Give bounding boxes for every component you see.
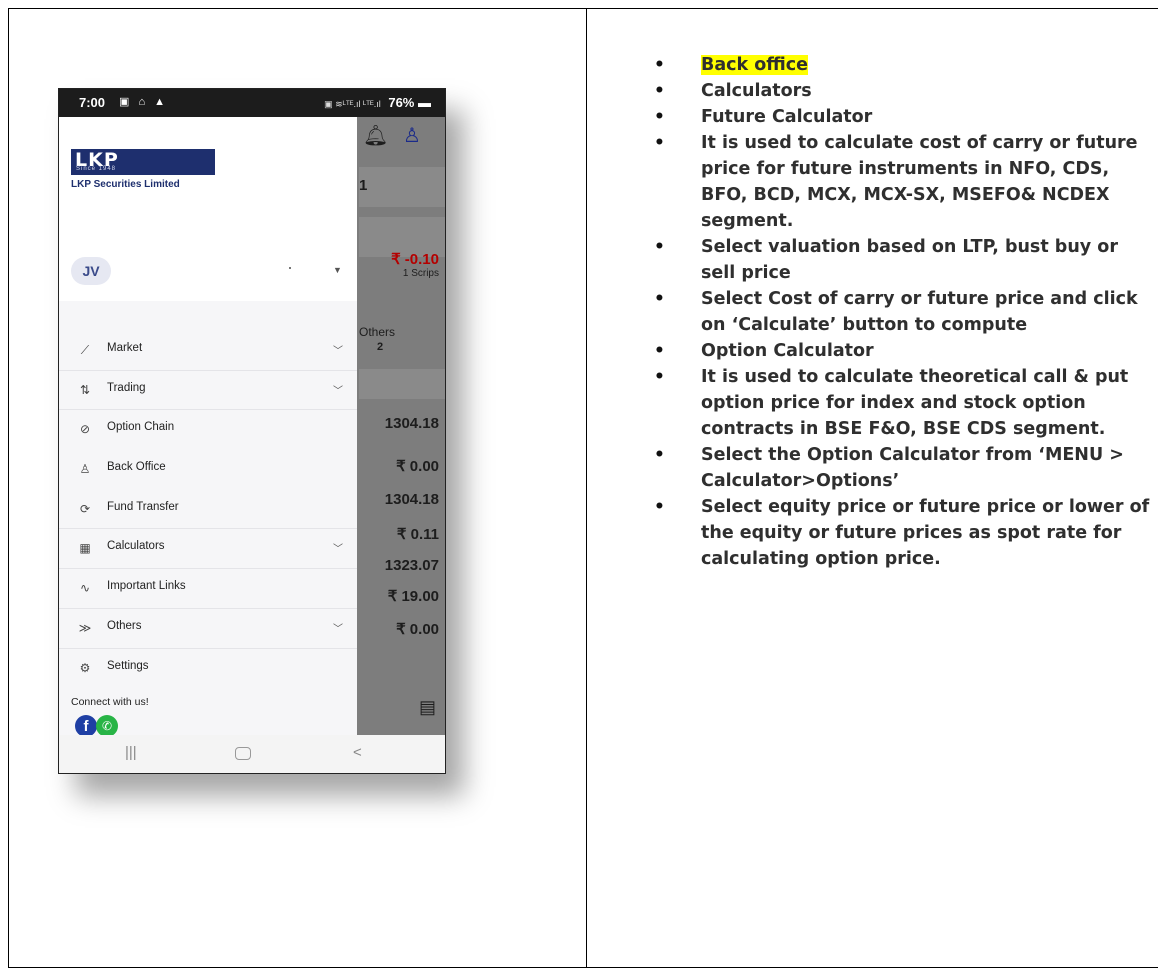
bg-change: ₹ -0.10 bbox=[391, 251, 439, 268]
bg-value: ₹ 0.11 bbox=[396, 526, 439, 543]
menu-item-trading[interactable]: ⇅ Trading ﹀ bbox=[59, 371, 357, 411]
list-item: Back office bbox=[646, 52, 1158, 78]
menu-item-important-links[interactable]: ∿ Important Links bbox=[59, 569, 357, 609]
recent-apps-icon[interactable]: ||| bbox=[125, 744, 137, 761]
back-icon[interactable]: < bbox=[353, 744, 362, 761]
chart-trend-icon: ⟋ bbox=[80, 343, 90, 357]
bg-value: 1323.07 bbox=[384, 557, 439, 574]
bell-icon: 🔔︎ bbox=[363, 125, 389, 147]
bg-others: Others bbox=[359, 325, 396, 339]
logo-since: Since 1948 bbox=[76, 166, 117, 172]
list-item: Select valuation based on LTP, bust buy … bbox=[646, 234, 1158, 286]
status-right: ▣ ≋ᴸᵀᴱ.ıl ᴸᵀᴱ.ıl 76% ▬ bbox=[324, 95, 431, 110]
bg-strip bbox=[359, 369, 445, 399]
menu-item-label: Fund Transfer bbox=[107, 500, 179, 513]
bg-strip bbox=[359, 167, 445, 207]
bg-value: ₹ 19.00 bbox=[387, 588, 439, 605]
menu-item-label: Others bbox=[107, 619, 142, 632]
menu-item-fund-transfer[interactable]: ⟳ Fund Transfer bbox=[59, 490, 357, 530]
company-logo: LKP Since 1948 bbox=[71, 149, 215, 175]
battery-icon: ▬ bbox=[414, 95, 431, 110]
bg-value: 1304.18 bbox=[384, 415, 439, 432]
nav-drawer: LKP Since 1948 LKP Securities Limited JV… bbox=[59, 117, 357, 737]
menu-item-label: Settings bbox=[107, 659, 149, 672]
bg-value: ₹ 0.00 bbox=[396, 621, 439, 638]
profile-icon: ♙ bbox=[403, 125, 421, 147]
header-dot bbox=[289, 267, 291, 269]
bg-others-count: 2 bbox=[377, 341, 384, 353]
bg-count: 1 bbox=[359, 177, 368, 194]
list-item: Option Calculator bbox=[646, 338, 1158, 364]
list-item: It is used to calculate theoretical call… bbox=[646, 364, 1158, 442]
chevron-down-icon: ﹀ bbox=[333, 623, 343, 635]
facebook-icon[interactable]: f bbox=[75, 715, 97, 737]
list-item: Future Calculator bbox=[646, 104, 1158, 130]
connect-label: Connect with us! bbox=[71, 696, 149, 708]
trading-arrows-icon: ⇅ bbox=[79, 382, 91, 397]
menu-item-label: Important Links bbox=[107, 580, 186, 593]
notes-list: Back office Calculators Future Calculato… bbox=[646, 52, 1158, 572]
chevron-down-icon: ﹀ bbox=[333, 544, 343, 556]
transfer-icon: ⟳ bbox=[79, 501, 91, 516]
menu-item-settings[interactable]: ⚙ Settings bbox=[59, 649, 357, 689]
menu-item-others[interactable]: ≫ Others ﹀ bbox=[59, 609, 357, 649]
company-name: LKP Securities Limited bbox=[71, 179, 180, 190]
list-item: Calculators bbox=[646, 78, 1158, 104]
menu-item-back-office[interactable]: ♙ Back Office bbox=[59, 450, 357, 490]
people-icon: ♙ bbox=[79, 462, 91, 477]
menu-item-market[interactable]: ⟋ Market ﹀ bbox=[59, 331, 357, 371]
bg-scrips: 1 Scrips bbox=[402, 268, 439, 279]
drawer-menu: ⟋ Market ﹀ ⇅ Trading ﹀ ⊘ Option Chain ♙ … bbox=[59, 331, 357, 688]
status-icons: ▣ ⌂ ▲ bbox=[119, 96, 169, 108]
menu-item-label: Trading bbox=[107, 381, 146, 394]
column-divider bbox=[586, 8, 587, 968]
menu-item-calculators[interactable]: ▦ Calculators ﹀ bbox=[59, 529, 357, 570]
portfolio-icon: ▤ bbox=[419, 697, 437, 717]
double-chevron-icon: ≫ bbox=[78, 620, 92, 635]
android-nav-bar: ||| < bbox=[59, 735, 445, 773]
menu-item-label: Market bbox=[107, 342, 143, 354]
menu-item-label: Calculators bbox=[107, 540, 165, 553]
chevron-down-icon: ﹀ bbox=[333, 346, 343, 357]
battery-level: 76% bbox=[388, 95, 415, 110]
highlighted-text: Back office bbox=[701, 55, 809, 75]
menu-item-option-chain[interactable]: ⊘ Option Chain bbox=[59, 410, 357, 450]
link-icon: ⊘ bbox=[79, 422, 91, 437]
whatsapp-icon[interactable]: ✆ bbox=[96, 715, 118, 737]
phone-screenshot: 7:00 ▣ ⌂ ▲ ▣ ≋ᴸᵀᴱ.ıl ᴸᵀᴱ.ıl 76% ▬ 🔔︎ ♙ 1… bbox=[58, 88, 446, 774]
status-bar: 7:00 ▣ ⌂ ▲ ▣ ≋ᴸᵀᴱ.ıl ᴸᵀᴱ.ıl 76% ▬ bbox=[59, 89, 445, 117]
status-time: 7:00 bbox=[79, 95, 106, 110]
gear-icon: ⚙ bbox=[79, 660, 91, 675]
chevron-down-icon[interactable]: ▼ bbox=[333, 265, 342, 275]
calculator-icon: ▦ bbox=[79, 541, 91, 556]
signal-icon: ▣ ≋ᴸᵀᴱ.ıl ᴸᵀᴱ.ıl bbox=[324, 99, 381, 109]
list-item: Select Cost of carry or future price and… bbox=[646, 286, 1158, 338]
avatar[interactable]: JV bbox=[71, 257, 111, 285]
bg-value: ₹ 0.00 bbox=[396, 458, 439, 475]
home-icon[interactable] bbox=[235, 747, 251, 760]
drawer-header: LKP Since 1948 LKP Securities Limited JV… bbox=[59, 117, 357, 301]
list-item: Select equity price or future price or l… bbox=[646, 494, 1158, 572]
chevron-down-icon: ﹀ bbox=[333, 385, 343, 397]
wave-link-icon: ∿ bbox=[79, 581, 91, 596]
menu-item-label: Option Chain bbox=[107, 421, 175, 434]
list-item: It is used to calculate cost of carry or… bbox=[646, 130, 1158, 234]
bg-value: 1304.18 bbox=[384, 491, 439, 508]
list-item: Select the Option Calculator from ‘MENU … bbox=[646, 442, 1158, 494]
menu-item-label: Back Office bbox=[107, 461, 166, 474]
